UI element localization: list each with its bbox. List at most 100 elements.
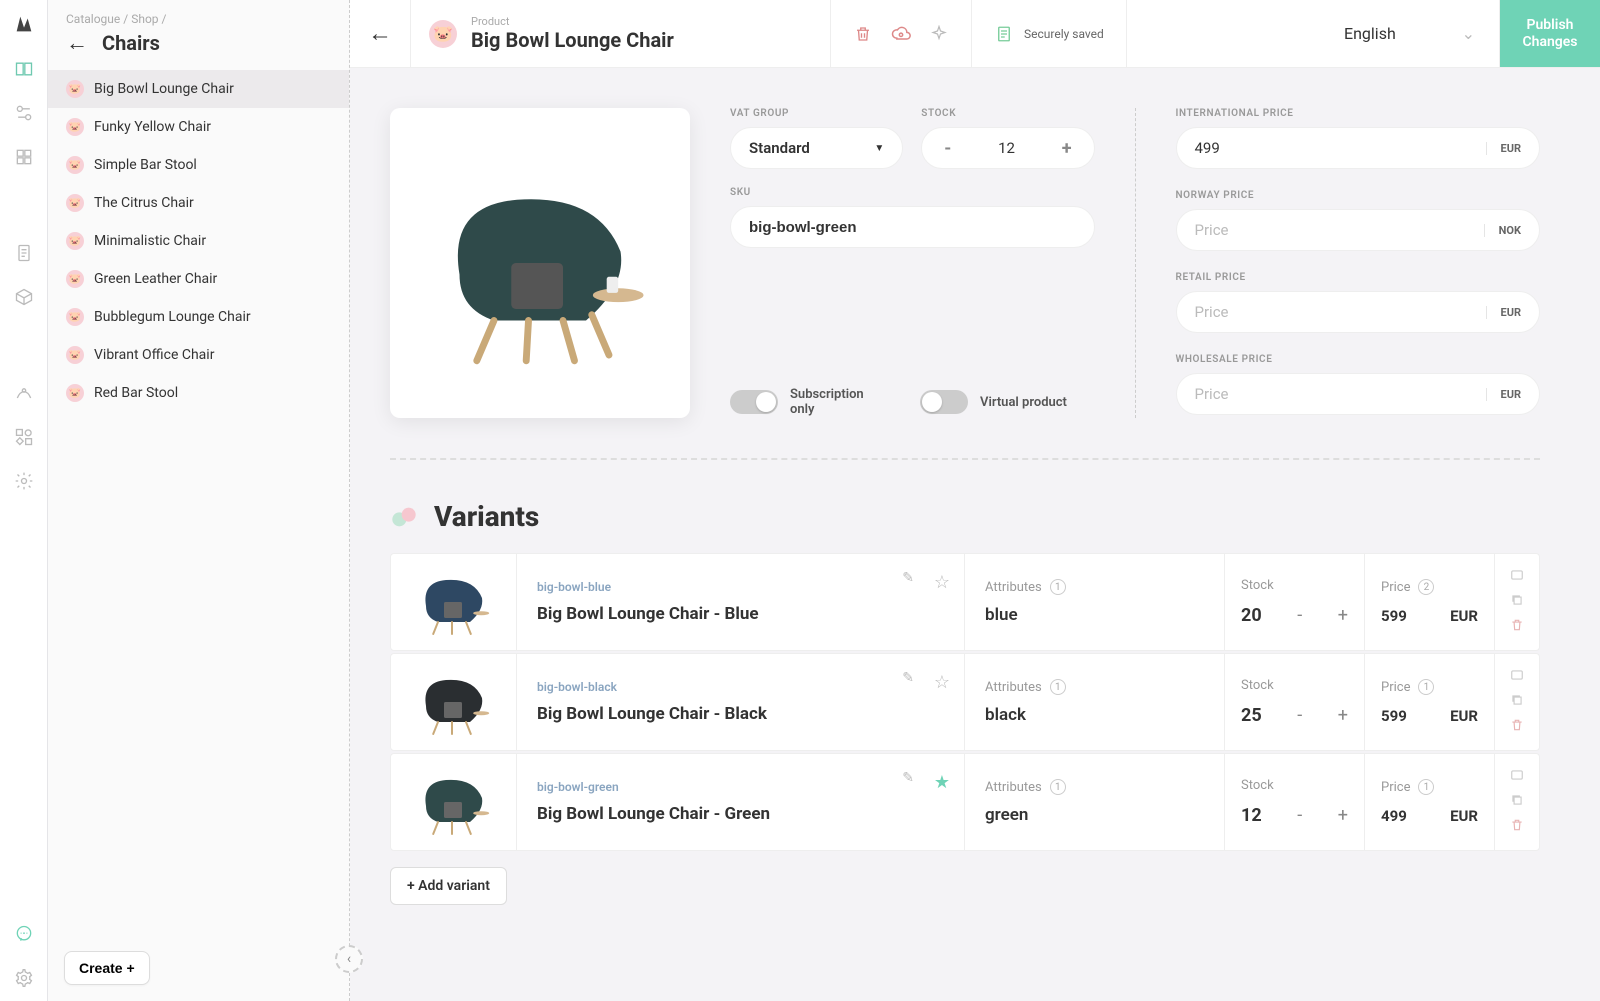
card-icon[interactable]	[1509, 668, 1525, 686]
sidebar-item[interactable]: 🐷 Red Bar Stool	[48, 374, 349, 412]
piggy-icon: 🐷	[66, 194, 84, 212]
product-type-label: Product	[471, 15, 674, 28]
variant-sku: big-bowl-black	[537, 680, 944, 694]
piggy-icon: 🐷	[66, 232, 84, 250]
copy-icon[interactable]	[1509, 693, 1525, 711]
delete-icon[interactable]	[1510, 818, 1524, 836]
sidebar-item-label: Big Bowl Lounge Chair	[94, 81, 234, 97]
nav-icon-3[interactable]	[13, 146, 35, 168]
pencil-icon[interactable]: ✎	[902, 770, 914, 786]
box-nav-icon[interactable]	[13, 286, 35, 308]
variant-name: Big Bowl Lounge Chair - Blue	[537, 604, 944, 624]
variant-row: big-bowl-black Big Bowl Lounge Chair - B…	[390, 653, 1540, 751]
sidebar-item[interactable]: 🐷Minimalistic Chair	[48, 222, 349, 260]
plus-icon[interactable]: +	[1338, 705, 1348, 726]
sidebar: Catalogue / Shop / ← Chairs 🐷Big Bowl Lo…	[48, 0, 350, 1001]
variant-row: big-bowl-blue Big Bowl Lounge Chair - Bl…	[390, 553, 1540, 651]
settings-icon[interactable]	[13, 967, 35, 989]
variant-stock-value: 20	[1241, 605, 1262, 626]
copy-icon[interactable]	[1509, 793, 1525, 811]
delete-icon[interactable]	[1510, 718, 1524, 736]
main-back-arrow-icon[interactable]: ←	[350, 0, 410, 67]
variant-name: Big Bowl Lounge Chair - Black	[537, 704, 944, 724]
nav-icon-2[interactable]	[13, 102, 35, 124]
minus-icon[interactable]: -	[1297, 805, 1302, 826]
attributes-label: Attributes 1	[985, 679, 1204, 695]
minus-icon[interactable]: -	[1297, 605, 1302, 626]
sidebar-item[interactable]: 🐷Funky Yellow Chair	[48, 108, 349, 146]
variant-price-label: Price 1	[1381, 779, 1478, 795]
pencil-icon[interactable]: ✎	[902, 670, 914, 686]
sidebar-item[interactable]: 🐷Vibrant Office Chair	[48, 336, 349, 374]
clipboard-nav-icon[interactable]	[13, 242, 35, 264]
nav-icon-6[interactable]	[13, 382, 35, 404]
caret-down-icon: ▼	[874, 143, 884, 154]
plus-icon[interactable]: +	[1058, 138, 1076, 159]
variant-attribute: green	[985, 805, 1204, 825]
breadcrumb[interactable]: Catalogue / Shop /	[66, 12, 331, 26]
variant-thumbnail[interactable]	[391, 754, 517, 850]
delete-icon[interactable]	[1510, 618, 1524, 636]
saved-status: Securely saved	[1024, 27, 1104, 41]
card-icon[interactable]	[1509, 768, 1525, 786]
variant-sku: big-bowl-blue	[537, 580, 944, 594]
star-icon[interactable]: ★	[934, 772, 950, 793]
star-icon[interactable]: ☆	[934, 672, 950, 693]
minus-icon[interactable]: -	[1297, 705, 1302, 726]
virtual-toggle[interactable]	[920, 390, 968, 414]
price-input[interactable]: Price EUR	[1176, 373, 1541, 415]
sku-field[interactable]	[749, 219, 1076, 236]
sidebar-item-label: Red Bar Stool	[94, 385, 178, 401]
nav-icon-7[interactable]	[13, 426, 35, 448]
language-selector[interactable]: English ⌄	[1320, 0, 1500, 67]
variant-thumbnail[interactable]	[391, 554, 517, 650]
sku-input[interactable]	[730, 206, 1095, 248]
plus-icon[interactable]: +	[1338, 805, 1348, 826]
price-input[interactable]: 499 EUR	[1176, 127, 1541, 169]
variant-attribute: blue	[985, 605, 1204, 625]
variant-price-currency: EUR	[1450, 607, 1478, 625]
variants-title: Variants	[434, 500, 539, 533]
vat-group-select[interactable]: Standard ▼	[730, 127, 903, 169]
piggy-icon: 🐷	[66, 118, 84, 136]
sidebar-item-label: Bubblegum Lounge Chair	[94, 309, 251, 325]
sidebar-item[interactable]: 🐷The Citrus Chair	[48, 184, 349, 222]
subscription-toggle[interactable]	[730, 390, 778, 414]
price-label: NORWAY PRICE	[1176, 190, 1541, 201]
attributes-label: Attributes 1	[985, 579, 1204, 595]
collapse-sidebar-icon[interactable]: ‹	[335, 945, 363, 973]
app-logo[interactable]	[12, 12, 36, 36]
price-input[interactable]: Price EUR	[1176, 291, 1541, 333]
stock-stepper[interactable]: - 12 +	[921, 127, 1094, 169]
price-input[interactable]: Price NOK	[1176, 209, 1541, 251]
sparkle-icon[interactable]	[929, 24, 949, 44]
publish-button[interactable]: Publish Changes	[1500, 0, 1600, 67]
sidebar-item[interactable]: 🐷Green Leather Chair	[48, 260, 349, 298]
cloud-sync-icon[interactable]	[891, 24, 911, 44]
trash-icon[interactable]	[853, 24, 873, 44]
product-image[interactable]	[390, 108, 690, 418]
vat-group-label: VAT GROUP	[730, 108, 903, 119]
gear-nav-icon[interactable]	[13, 470, 35, 492]
piggy-icon: 🐷	[66, 270, 84, 288]
sidebar-item[interactable]: 🐷Bubblegum Lounge Chair	[48, 298, 349, 336]
back-arrow-icon[interactable]: ←	[66, 30, 88, 56]
create-button[interactable]: Create +	[64, 951, 150, 985]
minus-icon[interactable]: -	[940, 138, 955, 159]
piggy-icon: 🐷	[66, 384, 84, 402]
plus-icon[interactable]: +	[1338, 605, 1348, 626]
variant-price-currency: EUR	[1450, 807, 1478, 825]
sidebar-item[interactable]: 🐷Simple Bar Stool	[48, 146, 349, 184]
sidebar-item[interactable]: 🐷Big Bowl Lounge Chair	[48, 70, 349, 108]
catalogue-nav-icon[interactable]	[13, 58, 35, 80]
copy-icon[interactable]	[1509, 593, 1525, 611]
piggy-icon: 🐷	[66, 156, 84, 174]
price-label: INTERNATIONAL PRICE	[1176, 108, 1541, 119]
variant-thumbnail[interactable]	[391, 654, 517, 750]
chat-icon[interactable]	[13, 923, 35, 945]
add-variant-button[interactable]: + Add variant	[390, 867, 507, 905]
card-icon[interactable]	[1509, 568, 1525, 586]
pencil-icon[interactable]: ✎	[902, 570, 914, 586]
star-icon[interactable]: ☆	[934, 572, 950, 593]
chevron-down-icon: ⌄	[1462, 24, 1475, 43]
